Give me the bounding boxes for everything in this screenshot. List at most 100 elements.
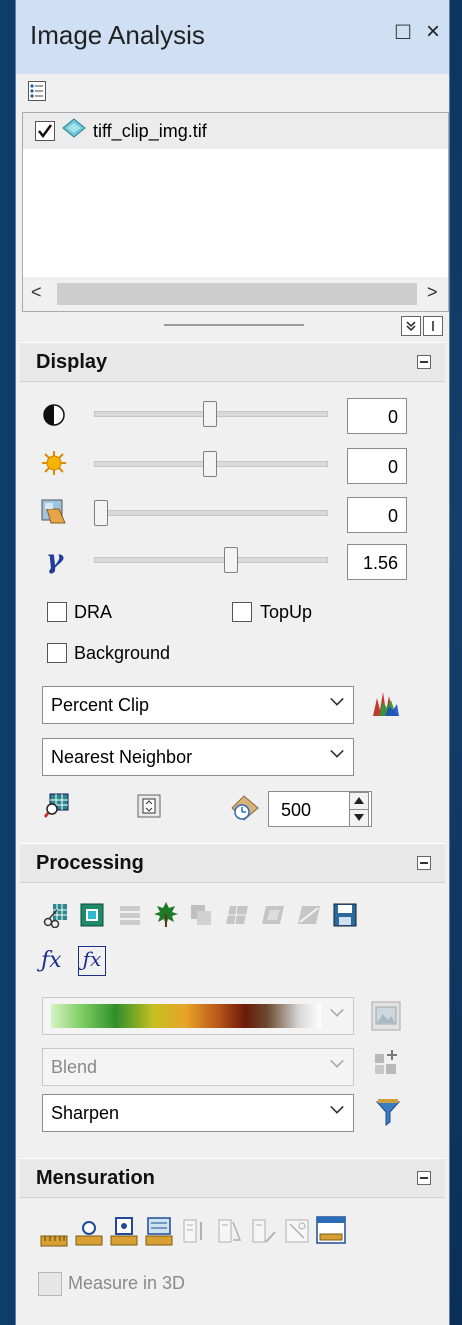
collapse-mensuration-button[interactable] <box>417 1171 431 1185</box>
gamma-icon: γ <box>46 545 64 575</box>
stretch-type-select[interactable]: Percent Clip <box>42 686 354 724</box>
spin-up-button[interactable] <box>349 792 369 810</box>
orthorectify-icon[interactable] <box>224 902 250 928</box>
double-chevron-down-icon <box>406 321 416 332</box>
function-editor-icon[interactable]: ƒx <box>78 946 106 976</box>
scrollbar-thumb[interactable] <box>57 283 417 305</box>
transparency-icon <box>41 499 66 524</box>
convolution-value: Sharpen <box>51 1103 120 1123</box>
layer-visibility-checkbox[interactable] <box>35 121 55 141</box>
top-to-shadow-icon[interactable] <box>181 1218 207 1244</box>
close-button[interactable]: × <box>420 18 446 46</box>
filter-apply-icon[interactable] <box>375 1098 401 1128</box>
contrast-slider-thumb[interactable] <box>203 401 217 427</box>
background-checkbox[interactable] <box>47 643 67 663</box>
brightness-value-field[interactable]: 0 <box>347 448 407 484</box>
shaded-relief-icon[interactable] <box>260 902 286 928</box>
swipe-layer-icon[interactable] <box>137 794 161 818</box>
resampling-value: Nearest Neighbor <box>51 747 193 767</box>
mensuration-title: Mensuration <box>36 1167 155 1189</box>
color-ramp-select[interactable] <box>42 997 354 1035</box>
resampling-select[interactable]: Nearest Neighbor <box>42 738 354 776</box>
map-background-strip <box>448 0 462 1325</box>
panel-layout-button[interactable] <box>423 316 443 336</box>
horizontal-scrollbar[interactable]: < > <box>23 277 448 311</box>
chevron-down-icon <box>330 1054 344 1068</box>
gamma-value-field[interactable]: 1.56 <box>347 544 407 580</box>
splitter-handle[interactable] <box>164 324 304 326</box>
options-menu-button[interactable] <box>26 80 48 102</box>
background-label: Background <box>74 643 171 663</box>
dra-checkbox[interactable] <box>47 602 67 622</box>
image-preview-icon[interactable] <box>371 1001 401 1031</box>
contrast-icon <box>43 404 65 426</box>
topup-checkbox[interactable] <box>232 602 252 622</box>
spin-down-button[interactable] <box>349 809 369 827</box>
contrast-value-field[interactable]: 0 <box>347 398 407 434</box>
transparency-slider-thumb[interactable] <box>94 500 108 526</box>
raster-layer-icon <box>62 118 86 138</box>
blend-value: Blend <box>51 1057 98 1077</box>
image-analysis-panel: Image Analysis □ × tiff_clip_img.tif < >… <box>15 0 450 1325</box>
add-layer-icon[interactable] <box>373 1048 401 1076</box>
refresh-interval-icon[interactable] <box>230 794 260 822</box>
centroid-measure-icon[interactable] <box>284 1218 310 1244</box>
mask-icon[interactable] <box>79 902 105 928</box>
list-options-icon <box>28 81 46 101</box>
processing-title: Processing <box>36 852 144 874</box>
scroll-left-icon[interactable]: < <box>31 282 42 303</box>
color-ramp-preview <box>51 1004 321 1028</box>
stretch-type-value: Percent Clip <box>51 695 150 715</box>
gamma-slider-thumb[interactable] <box>224 547 238 573</box>
clip-icon[interactable] <box>43 902 69 928</box>
topup-label: TopUp <box>260 602 313 622</box>
mosaic-icon[interactable] <box>117 902 143 928</box>
panel-titlebar: Image Analysis □ × <box>16 0 449 74</box>
maximize-button[interactable]: □ <box>390 18 416 46</box>
dra-label: DRA <box>74 602 113 622</box>
histogram-icon[interactable] <box>371 688 401 718</box>
layer-list[interactable]: tiff_clip_img.tif < > <box>22 112 449 312</box>
pansharpen-icon[interactable] <box>296 902 322 928</box>
display-section-header[interactable]: Display <box>20 342 445 382</box>
base-to-shadow-height-icon[interactable] <box>145 1215 173 1247</box>
mensuration-section-header[interactable]: Mensuration <box>20 1158 445 1198</box>
gamma-slider-track[interactable] <box>94 557 328 563</box>
collapse-display-button[interactable] <box>417 355 431 369</box>
point-height-icon[interactable] <box>75 1218 103 1248</box>
collapse-processing-button[interactable] <box>417 856 431 870</box>
blend-select[interactable]: Blend <box>42 1048 354 1086</box>
transparency-slider-track[interactable] <box>94 510 328 516</box>
scroll-right-icon[interactable]: > <box>427 282 438 303</box>
zoom-to-raster-resolution-icon[interactable] <box>44 792 70 818</box>
triangle-down-icon <box>354 814 364 821</box>
measure-3d-checkbox[interactable] <box>38 1272 62 1296</box>
refresh-interval-field[interactable]: 500 <box>268 791 372 827</box>
triangle-up-icon <box>354 797 364 804</box>
panel-title: Image Analysis <box>30 20 205 50</box>
processing-section-header[interactable]: Processing <box>20 843 445 883</box>
split-panel-icon <box>432 321 434 331</box>
collapse-all-button[interactable] <box>401 316 421 336</box>
base-to-top-height-icon[interactable] <box>110 1215 138 1247</box>
checkmark-icon <box>38 124 53 139</box>
measure-3d-label: Measure in 3D <box>68 1273 186 1293</box>
convolution-select[interactable]: Sharpen <box>42 1094 354 1132</box>
brightness-icon <box>42 451 66 475</box>
perimeter-measure-icon[interactable] <box>250 1218 276 1244</box>
transparency-value-field[interactable]: 0 <box>347 497 407 533</box>
function-fx-icon[interactable]: ƒx <box>41 948 62 973</box>
hillshade-icon[interactable] <box>188 902 214 928</box>
refresh-interval-value: 500 <box>281 800 312 820</box>
chevron-down-icon <box>330 744 344 758</box>
brightness-slider-thumb[interactable] <box>203 451 217 477</box>
ndvi-leaf-icon[interactable] <box>152 900 180 928</box>
layer-name: tiff_clip_img.tif <box>93 121 207 141</box>
export-save-icon[interactable] <box>332 902 358 928</box>
area-measure-icon[interactable] <box>216 1218 242 1244</box>
chevron-down-icon <box>330 1100 344 1114</box>
measure-results-window-icon[interactable] <box>316 1216 346 1244</box>
ruler-distance-icon[interactable] <box>40 1222 68 1248</box>
display-title: Display <box>36 351 108 373</box>
layer-row[interactable]: tiff_clip_img.tif <box>23 113 448 149</box>
